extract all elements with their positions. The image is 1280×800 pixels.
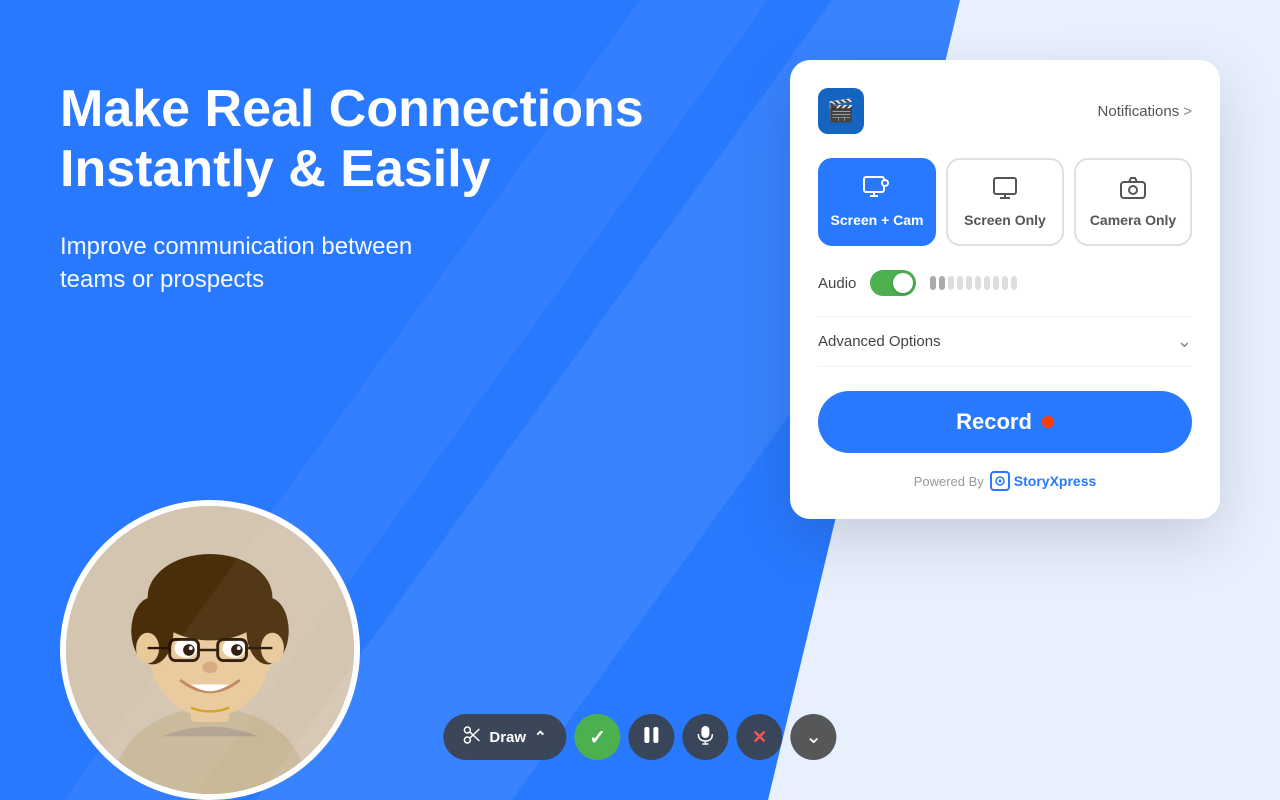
audio-bar <box>984 276 990 290</box>
record-dot <box>1042 416 1054 428</box>
pause-icon <box>644 726 660 749</box>
chevron-down-icon: ⌄ <box>805 727 822 747</box>
mode-screen-cam[interactable]: Screen + Cam <box>818 158 936 246</box>
audio-bar <box>930 276 936 290</box>
left-panel: Make Real Connections Instantly & Easily… <box>0 0 790 377</box>
hero-title: Make Real Connections Instantly & Easily <box>60 80 730 200</box>
audio-bar <box>948 276 954 290</box>
bottom-toolbar: Draw ⌃ ✓ ✕ ⌄ <box>443 714 836 760</box>
audio-bar <box>939 276 945 290</box>
powered-by-label: Powered By <box>914 474 984 489</box>
widget-header: Notifications > <box>818 88 1192 134</box>
mic-button[interactable] <box>683 714 729 760</box>
mode-selector: Screen + Cam Screen Only <box>818 158 1192 246</box>
camera-only-label: Camera Only <box>1090 212 1176 228</box>
advanced-options-chevron: ⌄ <box>1177 331 1192 352</box>
audio-bar <box>957 276 963 290</box>
clapper-icon <box>818 88 864 134</box>
storyxpress-logo: StoryXpress <box>990 471 1096 491</box>
screen-cam-label: Screen + Cam <box>831 212 924 228</box>
audio-row: Audio <box>818 270 1192 296</box>
scissors-icon <box>463 726 481 748</box>
draw-button[interactable]: Draw ⌃ <box>443 714 566 760</box>
audio-bar <box>975 276 981 290</box>
audio-label: Audio <box>818 275 856 292</box>
draw-label: Draw <box>489 729 526 746</box>
screen-only-icon <box>991 176 1019 204</box>
more-button[interactable]: ⌄ <box>791 714 837 760</box>
notifications-chevron: > <box>1183 103 1192 120</box>
record-label: Record <box>956 409 1032 435</box>
screen-cam-icon <box>863 176 891 204</box>
check-button[interactable]: ✓ <box>575 714 621 760</box>
audio-bar <box>1002 276 1008 290</box>
notifications-label: Notifications <box>1098 103 1180 120</box>
storyxpress-name: StoryXpress <box>1014 473 1096 489</box>
audio-bar <box>966 276 972 290</box>
close-button[interactable]: ✕ <box>737 714 783 760</box>
check-icon: ✓ <box>589 725 606 750</box>
recorder-widget: Notifications > S <box>790 60 1220 519</box>
mode-camera-only[interactable]: Camera Only <box>1074 158 1192 246</box>
audio-toggle[interactable] <box>870 270 916 296</box>
close-icon: ✕ <box>752 727 767 748</box>
widget-logo <box>818 88 864 134</box>
audio-bar <box>993 276 999 290</box>
camera-only-icon <box>1119 176 1147 204</box>
storyxpress-icon <box>990 471 1010 491</box>
powered-by: Powered By StoryXpress <box>818 471 1192 491</box>
notifications-link[interactable]: Notifications > <box>1098 103 1192 120</box>
hero-subtitle: Improve communication between teams or p… <box>60 230 480 297</box>
audio-bar <box>1011 276 1017 290</box>
mode-screen-only[interactable]: Screen Only <box>946 158 1064 246</box>
draw-chevron: ⌃ <box>534 728 547 746</box>
pause-button[interactable] <box>629 714 675 760</box>
widget-panel: Notifications > S <box>790 60 1220 519</box>
audio-bars <box>930 276 1017 290</box>
screen-only-label: Screen Only <box>964 212 1046 228</box>
record-button[interactable]: Record <box>818 391 1192 453</box>
advanced-options-label: Advanced Options <box>818 333 941 350</box>
mic-icon <box>698 725 714 750</box>
advanced-options[interactable]: Advanced Options ⌄ <box>818 316 1192 367</box>
